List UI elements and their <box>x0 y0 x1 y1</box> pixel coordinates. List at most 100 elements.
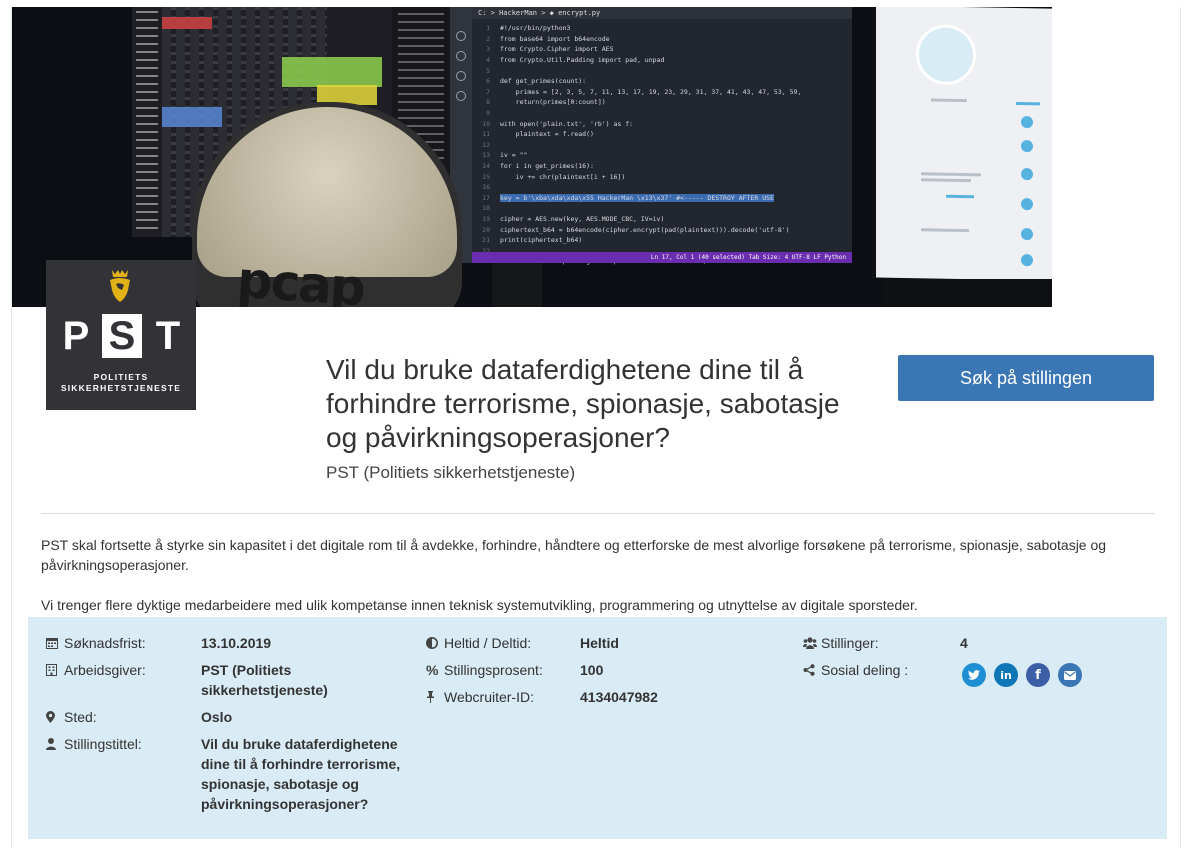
logo-line2: SIKKERHETSTJENESTE <box>60 383 182 393</box>
line-number: 10 <box>482 119 490 128</box>
code-line: 17 key = b'\xba\xda\xda\x55 HackerMan \x1… <box>472 193 852 204</box>
line-number: 5 <box>486 66 490 75</box>
facebook-share-icon[interactable]: f <box>1026 663 1050 687</box>
editor-status-bar: Ln 17, Col 1 (40 selected) Tab Size: 4 U… <box>472 252 852 263</box>
fulltime-value: Heltid <box>580 635 619 651</box>
code-text: ciphertext_b64 = b64encode(cipher.encryp… <box>500 225 790 234</box>
code-text: iv += chr(plaintext[i + 16]) <box>500 172 626 181</box>
intro-paragraph-2: Vi trenger flere dyktige medarbeidere me… <box>41 597 918 613</box>
code-line: 9 <box>472 108 852 119</box>
users-icon <box>803 633 821 653</box>
code-line: 5 <box>472 65 852 76</box>
code-line: 4 from Crypto.Util.Padding import pad, un… <box>472 55 852 66</box>
editor-path: C: > HackerMan > ◆ encrypt.py <box>472 7 852 19</box>
code-text: key = b'\xba\xda\xda\x55 HackerMan \x13\… <box>500 193 774 202</box>
line-number: 1 <box>486 24 490 33</box>
job-card: C: > HackerMan > ◆ encrypt.py 1 #!/usr/bi… <box>11 7 1181 848</box>
fulltime-label: Heltid / Deltid: <box>444 635 532 651</box>
place-label: Sted: <box>64 709 97 725</box>
line-number: 11 <box>482 130 490 139</box>
positions-row: Stillinger: <box>803 633 879 653</box>
line-number: 12 <box>482 140 490 149</box>
code-text: for i in get_primes(16): <box>500 162 594 171</box>
line-number: 19 <box>482 214 490 223</box>
percent-label: Stillingsprosent: <box>444 662 543 678</box>
code-text: return(primes[0:count]) <box>500 98 606 107</box>
code-text: from base64 import b64encode <box>500 34 610 43</box>
job-title: Vil du bruke dataferdighetene dine til å… <box>326 354 840 453</box>
line-number: 8 <box>486 98 490 107</box>
line-number: 16 <box>482 183 490 192</box>
divider <box>41 513 1155 514</box>
logo-letter-p: P <box>62 314 90 358</box>
line-number: 14 <box>482 162 490 171</box>
webcruiter-row: Webcruiter-ID: <box>426 687 534 707</box>
building-icon <box>46 660 64 680</box>
code-text: #!/usr/bin/python3 <box>500 24 571 33</box>
deadline-label: Søknadsfrist: <box>64 635 146 651</box>
share-icon <box>803 660 821 680</box>
webcruiter-value: 4134047982 <box>580 689 658 705</box>
code-line: 16 <box>472 182 852 193</box>
user-icon <box>46 734 64 754</box>
email-share-icon[interactable] <box>1058 663 1082 687</box>
code-line: 11 plaintext = f.read() <box>472 129 852 140</box>
pin-icon <box>426 687 444 707</box>
code-text: primes = [2, 3, 5, 7, 11, 13, 17, 19, 23… <box>500 87 802 96</box>
calendar-icon <box>46 633 64 653</box>
job-employer: PST (Politiets sikkerhetstjeneste) <box>326 463 576 482</box>
place-row: Sted: <box>46 707 97 727</box>
apply-button[interactable]: Søk på stillingen <box>898 355 1154 401</box>
code-text: with open('plain.txt', 'rb') as f: <box>500 119 634 128</box>
lion-crest-icon <box>110 270 130 302</box>
line-number: 3 <box>486 45 490 54</box>
line-number: 6 <box>486 77 490 86</box>
code-editor-monitor: C: > HackerMan > ◆ encrypt.py 1 #!/usr/bi… <box>450 7 852 265</box>
profile-avatar <box>916 24 976 86</box>
line-number: 4 <box>486 56 490 65</box>
code-text: cipher = AES.new(key, AES.MODE_CBC, IV=i… <box>500 214 665 223</box>
twitter-share-icon[interactable] <box>962 663 986 687</box>
job-intro: PST skal fortsette å styrke sin kapasite… <box>41 535 1156 615</box>
jobtitle-value: Vil du bruke dataferdighetene dine til å… <box>201 736 401 812</box>
code-line: 13 iv = "" <box>472 150 852 161</box>
code-text: print(ciphertext_b64) <box>500 236 583 245</box>
employer-label: Arbeidsgiver: <box>64 662 146 678</box>
code-line: 19 cipher = AES.new(key, AES.MODE_CBC, IV… <box>472 214 852 225</box>
place-value: Oslo <box>201 709 233 725</box>
twitter-monitor <box>872 7 1052 281</box>
percent-icon: % <box>426 662 439 678</box>
line-number: 21 <box>482 236 490 245</box>
code-text: iv = "" <box>500 151 528 160</box>
half-circle-icon <box>426 633 444 653</box>
code-line: 8 return(primes[0:count]) <box>472 97 852 108</box>
pst-logo: P S T POLITIETS SIKKERHETSTJENESTE <box>46 260 196 410</box>
code-line: 18 <box>472 203 852 214</box>
line-number: 20 <box>482 225 490 234</box>
employer-row: Arbeidsgiver: <box>46 660 146 680</box>
jobtitle-row: Stillingstittel: <box>46 734 142 754</box>
employer-value: PST (Politiets sikkerhetstjeneste) <box>201 662 328 698</box>
code-line: 21 print(ciphertext_b64) <box>472 235 852 246</box>
line-number: 7 <box>486 87 490 96</box>
code-line: 10 with open('plain.txt', 'rb') as f: <box>472 118 852 129</box>
linkedin-share-icon[interactable]: in <box>994 663 1018 687</box>
code-line: 7 primes = [2, 3, 5, 7, 11, 13, 17, 19, … <box>472 87 852 98</box>
line-number: 18 <box>482 204 490 213</box>
code-line: 3 from Crypto.Cipher import AES <box>472 44 852 55</box>
line-number: 15 <box>482 172 490 181</box>
social-share-buttons: in f <box>962 663 1082 687</box>
line-number: 13 <box>482 151 490 160</box>
webcruiter-label: Webcruiter-ID: <box>444 689 534 705</box>
logo-letter-s: S <box>102 314 142 358</box>
monitor-base <box>882 279 1052 307</box>
monitor-stand <box>492 263 542 307</box>
code-line: 1 #!/usr/bin/python3 <box>472 23 852 34</box>
deadline-row: Søknadsfrist: <box>46 633 146 653</box>
logo-line1: POLITIETS <box>93 372 149 382</box>
social-label: Sosial deling : <box>821 662 909 678</box>
line-number: 2 <box>486 34 490 43</box>
code-text: def get_primes(count): <box>500 77 587 86</box>
intro-paragraph-1: PST skal fortsette å styrke sin kapasite… <box>41 537 1107 573</box>
code-text: plaintext = f.read() <box>500 130 594 139</box>
